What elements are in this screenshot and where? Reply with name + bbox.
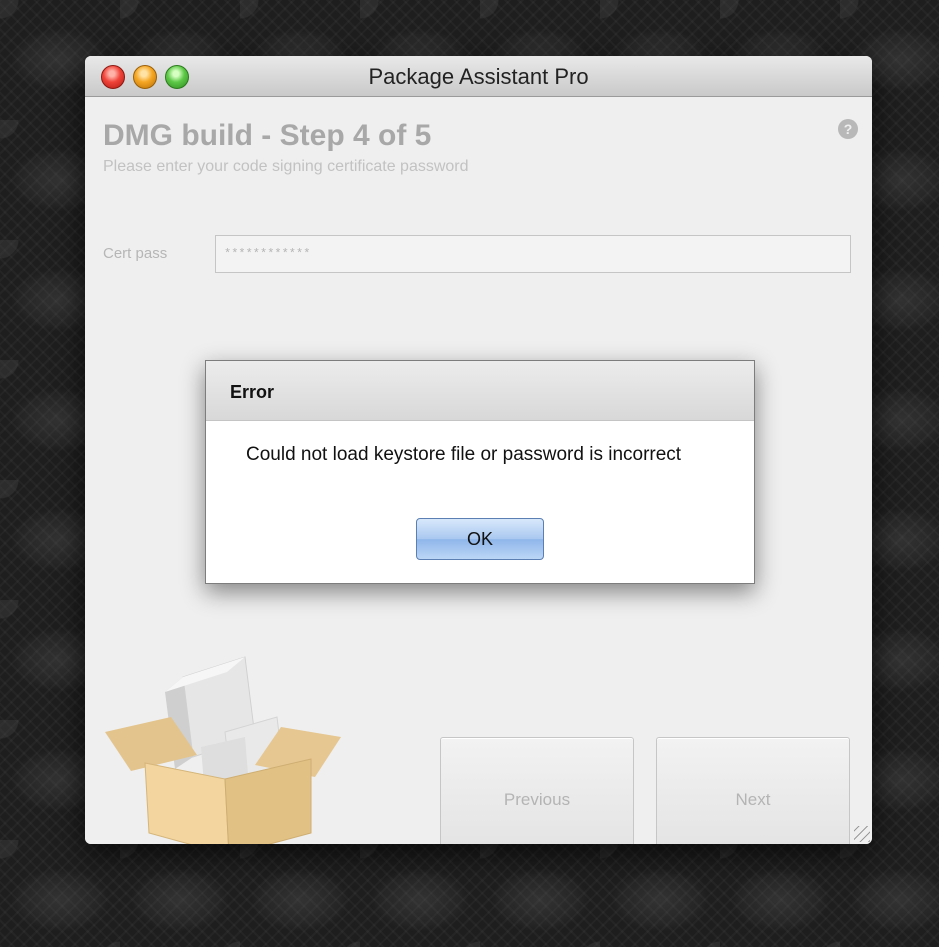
step-title: DMG build - Step 4 of 5 (103, 119, 432, 152)
dialog-title: Error (230, 382, 275, 402)
resize-grip-icon[interactable] (854, 826, 870, 842)
window-titlebar[interactable]: Package Assistant Pro (85, 56, 872, 97)
cert-pass-input[interactable] (215, 235, 851, 273)
dialog-header: Error (206, 361, 754, 421)
error-dialog: Error Could not load keystore file or pa… (205, 360, 755, 584)
dialog-message: Could not load keystore file or password… (246, 444, 682, 465)
cert-pass-label: Cert pass (103, 245, 168, 262)
help-icon[interactable]: ? (838, 119, 858, 139)
window-title: Package Assistant Pro (368, 64, 589, 89)
ok-button[interactable]: OK (416, 518, 544, 560)
next-button[interactable]: Next (656, 737, 850, 844)
package-box-icon (105, 656, 341, 844)
step-subtitle: Please enter your code signing certifica… (103, 158, 469, 175)
previous-button[interactable]: Previous (440, 737, 634, 844)
